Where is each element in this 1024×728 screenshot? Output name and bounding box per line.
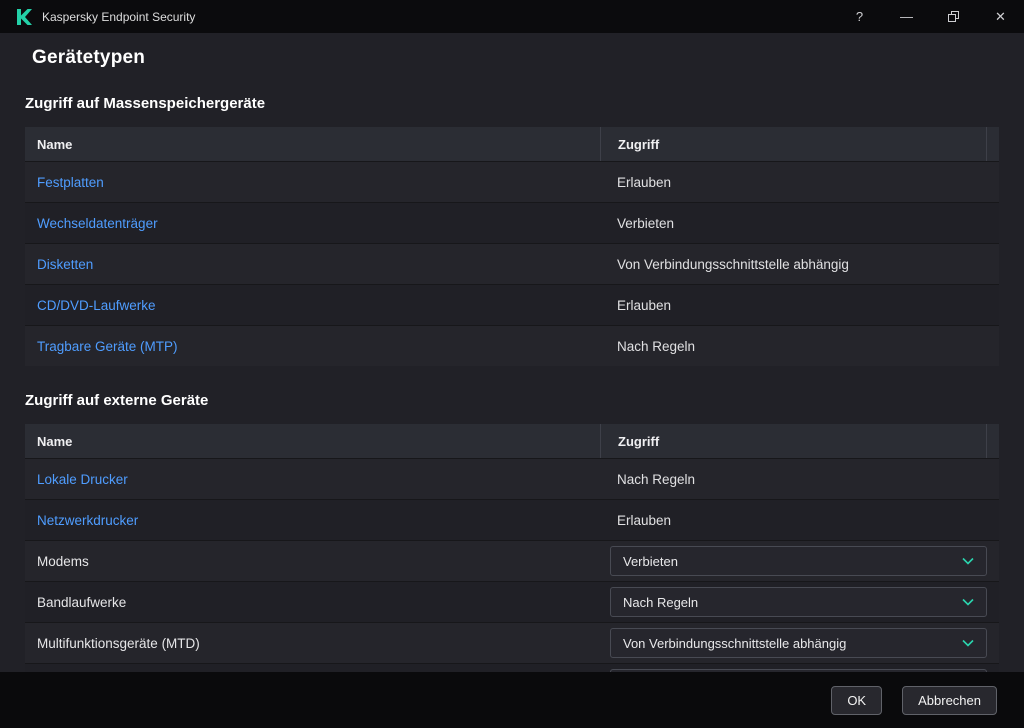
device-link[interactable]: Lokale Drucker	[37, 472, 128, 487]
access-cell: Nach Regeln	[600, 339, 999, 354]
name-cell: Modems	[25, 554, 600, 569]
name-cell: Festplatten	[25, 175, 600, 190]
device-name: Bandlaufwerke	[37, 595, 126, 610]
device-table: NameZugriff Lokale Drucker Nach Regeln Netz…	[25, 424, 999, 672]
table-row: Lokale Drucker Nach Regeln	[25, 458, 999, 499]
cancel-button[interactable]: Abbrechen	[902, 686, 997, 715]
access-cell: Nach Regeln	[600, 587, 999, 617]
name-cell: Wechseldatenträger	[25, 216, 600, 231]
access-dropdown[interactable]: Verbieten	[610, 546, 987, 576]
device-link[interactable]: Wechseldatenträger	[37, 216, 158, 231]
access-cell: Verbieten	[600, 546, 999, 576]
table-row: Tragbare Geräte (MTP) Nach Regeln	[25, 325, 999, 366]
access-value: Nach Regeln	[617, 472, 695, 487]
titlebar-left: Kaspersky Endpoint Security	[0, 9, 195, 25]
footer-bar: OK Abbrechen	[0, 672, 1024, 728]
column-header-access: Zugriff	[600, 424, 986, 458]
name-cell: Bandlaufwerke	[25, 595, 600, 610]
access-cell: Von Verbindungsschnittstelle abhängig	[600, 628, 999, 658]
access-dropdown-value: Verbieten	[623, 554, 678, 569]
device-link[interactable]: Festplatten	[37, 175, 104, 190]
table-row: Netzwerkdrucker Erlauben	[25, 499, 999, 540]
access-value: Erlauben	[617, 298, 671, 313]
table-row: Modems Verbieten	[25, 540, 999, 581]
section-heading: Zugriff auf externe Geräte	[25, 392, 999, 409]
device-link[interactable]: CD/DVD-Laufwerke	[37, 298, 156, 313]
access-cell: Erlauben	[600, 175, 999, 190]
table-row: Festplatten Erlauben	[25, 161, 999, 202]
access-dropdown-value: Von Verbindungsschnittstelle abhängig	[623, 636, 846, 651]
access-cell: Von Verbindungsschnittstelle abhängig	[600, 257, 999, 272]
access-value: Erlauben	[617, 175, 671, 190]
device-name: Multifunktionsgeräte (MTD)	[37, 636, 200, 651]
content-area: Gerätetypen Zugriff auf Massenspeicherge…	[0, 33, 1024, 672]
minimize-button[interactable]: —	[883, 0, 930, 33]
titlebar: Kaspersky Endpoint Security ? — ✕	[0, 0, 1024, 33]
column-header-name: Name	[25, 424, 600, 458]
name-cell: Tragbare Geräte (MTP)	[25, 339, 600, 354]
access-value: Von Verbindungsschnittstelle abhängig	[617, 257, 849, 272]
access-cell	[600, 664, 999, 672]
sections-container: Zugriff auf MassenspeichergeräteNameZugr…	[25, 95, 999, 672]
app-title: Kaspersky Endpoint Security	[42, 10, 195, 24]
table-row: Wechseldatenträger Verbieten	[25, 202, 999, 243]
table-header: NameZugriff	[25, 127, 999, 161]
name-cell: Multifunktionsgeräte (MTD)	[25, 636, 600, 651]
window-controls: ? — ✕	[836, 0, 1024, 33]
column-header-name: Name	[25, 127, 600, 161]
name-cell: Disketten	[25, 257, 600, 272]
access-cell: Erlauben	[600, 298, 999, 313]
device-link[interactable]: Disketten	[37, 257, 93, 272]
name-cell: Netzwerkdrucker	[25, 513, 600, 528]
kaspersky-logo-icon	[17, 9, 32, 25]
close-button[interactable]: ✕	[977, 0, 1024, 33]
ok-button[interactable]: OK	[831, 686, 882, 715]
table-row: Bandlaufwerke Nach Regeln	[25, 581, 999, 622]
access-cell: Erlauben	[600, 513, 999, 528]
section-1: Zugriff auf Massenspeichergeräte NameZugr…	[25, 95, 999, 366]
table-header: NameZugriff	[25, 424, 999, 458]
access-dropdown-value: Nach Regeln	[623, 595, 698, 610]
scrollbar-gap	[986, 127, 999, 161]
restore-icon	[948, 11, 959, 22]
device-link[interactable]: Tragbare Geräte (MTP)	[37, 339, 178, 354]
scrollbar-gap	[986, 424, 999, 458]
section-2: Zugriff auf externe GeräteNameZugriffLok…	[25, 392, 999, 672]
access-value: Nach Regeln	[617, 339, 695, 354]
table-row: Disketten Von Verbindungsschnittstelle ab…	[25, 243, 999, 284]
table-row: CD/DVD-Laufwerke Erlauben	[25, 284, 999, 325]
access-cell: Verbieten	[600, 216, 999, 231]
device-link[interactable]: Netzwerkdrucker	[37, 513, 138, 528]
access-value: Erlauben	[617, 513, 671, 528]
name-cell: Lokale Drucker	[25, 472, 600, 487]
maximize-button[interactable]	[930, 0, 977, 33]
section-heading: Zugriff auf Massenspeichergeräte	[25, 95, 999, 112]
page-title: Gerätetypen	[32, 47, 999, 69]
access-dropdown[interactable]: Nach Regeln	[610, 587, 987, 617]
table-row: Multifunktionsgeräte (MTD) Von Verbindung…	[25, 622, 999, 663]
name-cell: CD/DVD-Laufwerke	[25, 298, 600, 313]
chevron-down-icon	[962, 557, 974, 565]
table-row-partial	[25, 663, 999, 672]
device-table: NameZugriff Festplatten Erlauben Wechseldat…	[25, 127, 999, 366]
access-dropdown[interactable]: Von Verbindungsschnittstelle abhängig	[610, 628, 987, 658]
chevron-down-icon	[962, 639, 974, 647]
chevron-down-icon	[962, 598, 974, 606]
device-name: Modems	[37, 554, 89, 569]
column-header-access: Zugriff	[600, 127, 986, 161]
help-button[interactable]: ?	[836, 0, 883, 33]
access-value: Verbieten	[617, 216, 674, 231]
access-cell: Nach Regeln	[600, 472, 999, 487]
